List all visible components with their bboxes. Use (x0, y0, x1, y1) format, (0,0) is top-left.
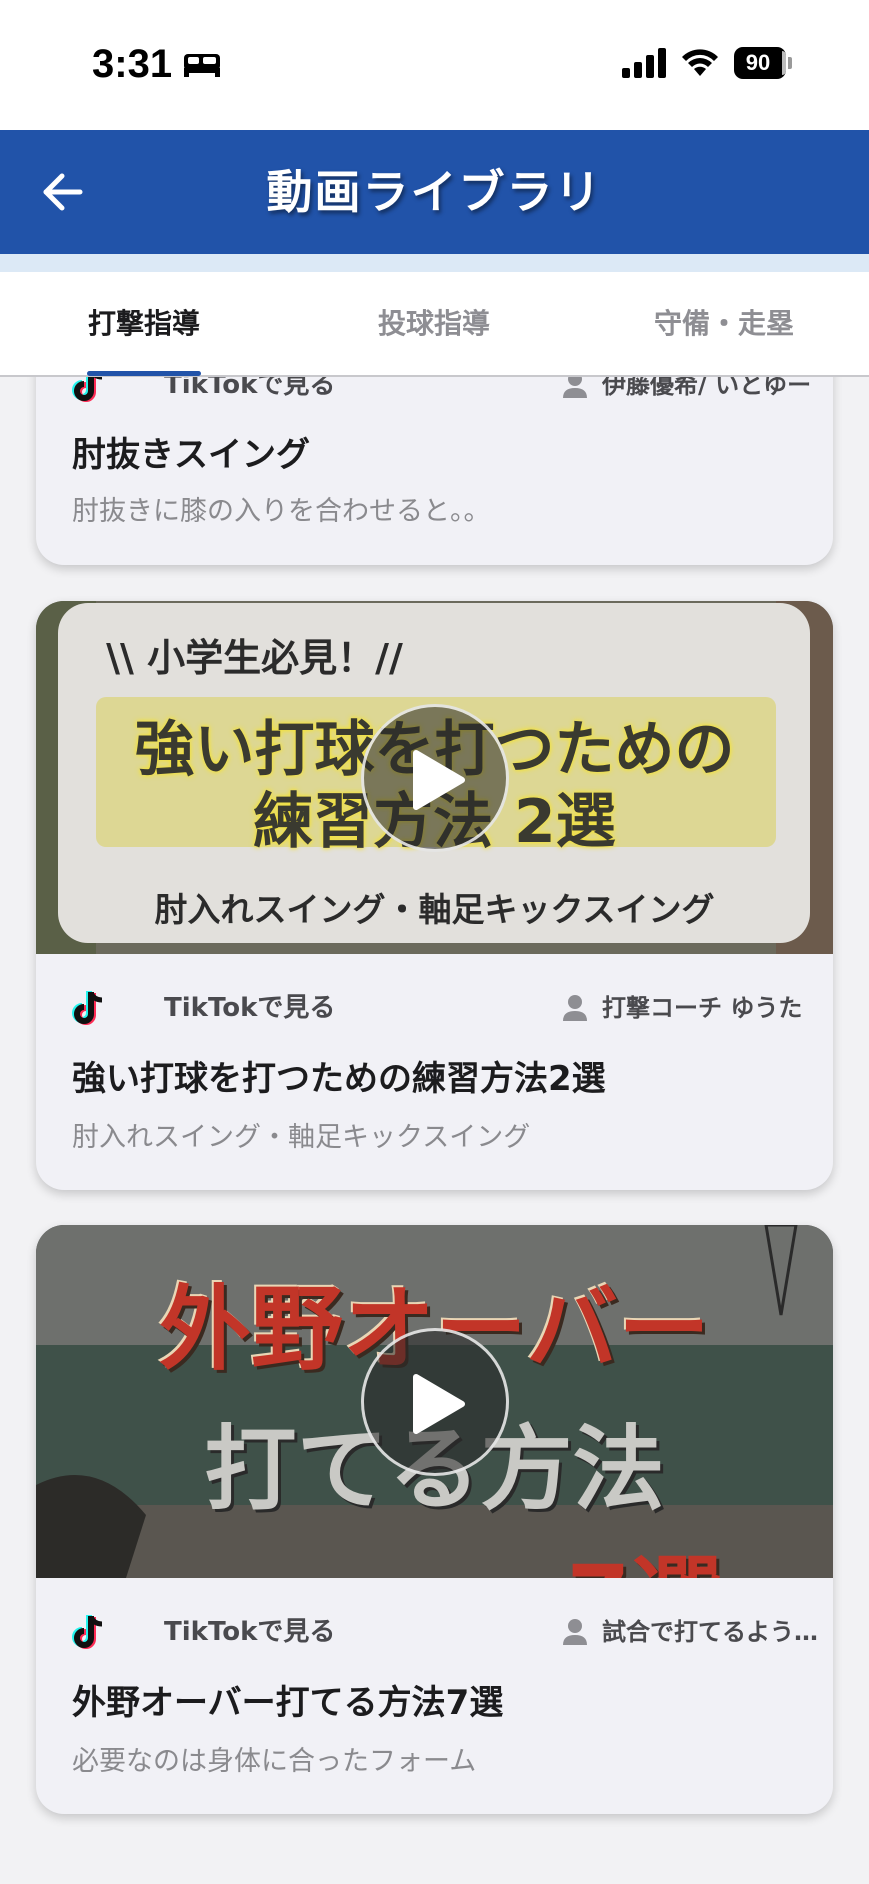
thumbnail-text: 肘入れスイング・軸足キックスイング (154, 890, 715, 929)
tiktok-icon (72, 1615, 103, 1649)
status-time: 3:31 (92, 42, 173, 86)
tab-bar: 打撃指導 投球指導 守備・走塁 (0, 272, 869, 377)
video-card[interactable]: \\ 小学生必見！// 強い打球を打つための 練習方法 2選 肘入れスイング・軸… (36, 601, 833, 1190)
video-description: 必要なのは身体に合ったフォーム (72, 1746, 477, 1777)
tiktok-link[interactable]: TikTokで見る (164, 1612, 335, 1652)
tiktok-link[interactable]: TikTokで見る (164, 377, 335, 405)
battery-level: 90 (745, 50, 771, 75)
video-meta: TikTokで見る 打撃コーチ ゆうた (72, 988, 812, 1028)
person-icon (563, 1619, 587, 1645)
person-icon (563, 377, 587, 398)
app-header: 動画ライブラリ (0, 130, 869, 254)
person-icon (563, 995, 587, 1021)
tiktok-icon (72, 377, 102, 402)
bed-icon (184, 54, 220, 77)
video-title: 強い打球を打つための練習方法2選 (72, 1059, 606, 1099)
video-list[interactable]: TikTokで見る 伊藤優希/ いとゆー 肘抜きスイング 肘抜きに膝の入りを合わ… (0, 377, 869, 1884)
author-name: 伊藤優希/ いとゆー (602, 377, 812, 399)
tab-fielding-running[interactable]: 守備・走塁 (624, 272, 824, 375)
video-title: 肘抜きスイング (72, 435, 310, 475)
wifi-icon (682, 49, 718, 76)
play-button[interactable] (361, 704, 509, 852)
tab-indicator (87, 371, 201, 376)
video-thumbnail[interactable]: \\ 小学生必見！// 強い打球を打つための 練習方法 2選 肘入れスイング・軸… (36, 601, 833, 954)
video-card[interactable]: TikTokで見る 伊藤優希/ いとゆー 肘抜きスイング 肘抜きに膝の入りを合わ… (36, 377, 833, 565)
signal-icon (622, 48, 666, 78)
play-icon (413, 1374, 465, 1434)
video-title: 外野オーバー打てる方法7選 (72, 1683, 504, 1723)
video-meta: TikTokで見る 試合で打てるよう… (72, 1612, 817, 1652)
video-meta: TikTokで見る 伊藤優希/ いとゆー (72, 377, 812, 405)
video-thumbnail[interactable]: 外野オーバー 打てる方法 7選 (36, 1225, 833, 1578)
video-card[interactable]: 外野オーバー 打てる方法 7選 TikTokで見る 試合で打てるよう… (36, 1225, 833, 1814)
thumbnail-text: \\ 小学生必見！// (106, 636, 403, 680)
back-button[interactable] (30, 160, 94, 224)
arrow-left-icon (43, 173, 83, 211)
page-title: 動画ライブラリ (266, 165, 603, 219)
author-name: 打撃コーチ ゆうた (602, 994, 803, 1022)
tab-pitching[interactable]: 投球指導 (334, 272, 534, 375)
battery-icon: 90 (734, 47, 792, 79)
video-description: 肘入れスイング・軸足キックスイング (72, 1122, 531, 1153)
play-button[interactable] (361, 1328, 509, 1476)
author-name: 試合で打てるよう… (602, 1618, 817, 1646)
play-icon (413, 750, 465, 810)
status-bar: 3:31 90 (0, 0, 869, 130)
thumbnail-text: 7選 (246, 1525, 833, 1578)
tab-batting[interactable]: 打撃指導 (44, 272, 244, 375)
tiktok-link[interactable]: TikTokで見る (164, 988, 335, 1028)
tiktok-icon (72, 991, 103, 1025)
video-description: 肘抜きに膝の入りを合わせると。。 (72, 496, 491, 527)
header-band (0, 254, 869, 272)
